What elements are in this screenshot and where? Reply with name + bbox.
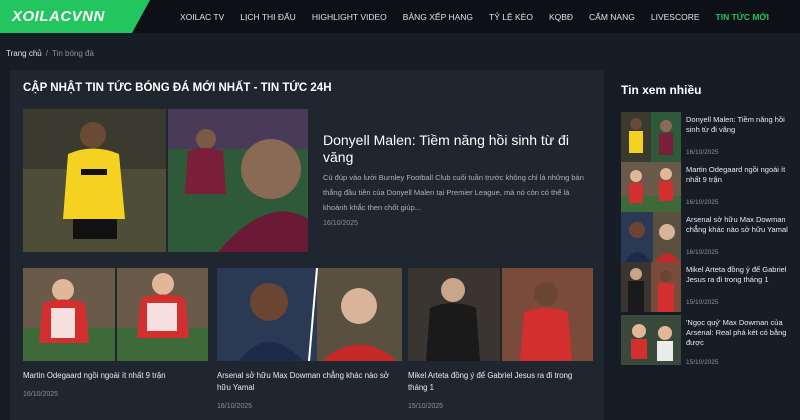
nav-item-tin-tuc-moi[interactable]: TIN TỨC MỚI [716,12,770,22]
nav-item-bang-xep-hang[interactable]: BẢNG XẾP HẠNG [403,12,473,22]
sidebar-article-title[interactable]: 'Ngọc quý' Max Dowman của Arsenal: Real … [686,318,798,348]
nav-item-livescore[interactable]: LIVESCORE [651,12,700,22]
article-date: 15/10/2025 [408,403,444,410]
sidebar-article-title[interactable]: Mikel Arteta đồng ý để Gabriel Jesus ra … [686,265,798,285]
nav-item-ty-le-keo[interactable]: TỶ LỆ KÈO [489,12,533,22]
nav-item-kqbd[interactable]: KQBĐ [549,12,573,22]
article-date: 16/10/2025 [217,403,253,410]
news-panel: CẬP NHẬT TIN TỨC BÓNG ĐÁ MỚI NHẤT - TIN … [10,70,604,420]
sidebar-article[interactable]: Martin Odegaard ngồi ngoài ít nhất 9 trậ… [621,162,796,212]
breadcrumb: Trang chủ / Tin bóng đá [6,49,94,58]
top-navbar: XOILACVNN XOILAC TV LỊCH THI ĐẤU HIGHLIG… [0,0,800,33]
breadcrumb-home-link[interactable]: Trang chủ [6,49,42,58]
featured-article-image[interactable] [23,109,308,252]
sidebar-article-image[interactable] [621,315,681,365]
sidebar-article-image[interactable] [621,112,681,162]
sidebar-article-image[interactable] [621,162,681,212]
section-title: CẬP NHẬT TIN TỨC BÓNG ĐÁ MỚI NHẤT - TIN … [23,82,332,94]
sidebar-article-date: 16/10/2025 [686,249,719,256]
featured-article-date: 16/10/2025 [323,220,359,227]
sidebar-article-title[interactable]: Martin Odegaard ngồi ngoài ít nhất 9 trậ… [686,165,798,185]
article-date: 16/10/2025 [23,391,59,398]
sidebar-article-title[interactable]: Arsenal sở hữu Max Dowman chẳng khác nào… [686,215,798,235]
nav-item-xoilac-tv[interactable]: XOILAC TV [180,12,224,22]
sidebar-article-date: 16/10/2025 [686,149,719,156]
main-nav: XOILAC TV LỊCH THI ĐẤU HIGHLIGHT VIDEO B… [180,0,785,33]
article-card[interactable]: Martin Odegaard ngồi ngoài ít nhất 9 trậ… [23,268,208,398]
featured-article-description: Cú đúp vào lưới Burnley Football Club cu… [323,173,584,212]
article-title[interactable]: Arsenal sở hữu Max Dowman chẳng khác nào… [217,370,402,394]
article-title[interactable]: Martin Odegaard ngồi ngoài ít nhất 9 trậ… [23,370,208,382]
sidebar-article-image[interactable] [621,212,681,262]
site-logo[interactable]: XOILACVNN [0,0,150,33]
sidebar-article-image[interactable] [621,262,681,312]
sidebar-article[interactable]: Mikel Arteta đồng ý để Gabriel Jesus ra … [621,262,796,312]
sidebar-article-title[interactable]: Donyell Malen: Tiềm năng hồi sinh từ đi … [686,115,798,135]
sidebar-title: Tin xem nhiều [621,83,702,97]
nav-item-lich-thi-dau[interactable]: LỊCH THI ĐẤU [240,12,296,22]
nav-item-highlight-video[interactable]: HIGHLIGHT VIDEO [312,12,387,22]
breadcrumb-current: Tin bóng đá [51,49,94,58]
article-image[interactable] [23,268,208,361]
article-image[interactable] [408,268,593,361]
nav-item-cam-nang[interactable]: CẨM NANG [589,12,635,22]
sidebar-article[interactable]: Arsenal sở hữu Max Dowman chẳng khác nào… [621,212,796,262]
article-card[interactable]: Arsenal sở hữu Max Dowman chẳng khác nào… [217,268,402,410]
sidebar-article[interactable]: 'Ngọc quý' Max Dowman của Arsenal: Real … [621,315,798,366]
sidebar-article[interactable]: Donyell Malen: Tiềm năng hồi sinh từ đi … [621,112,796,162]
logo-text: XOILACVNN [12,8,105,25]
article-title[interactable]: Mikel Arteta đồng ý để Gabriel Jesus ra … [408,370,593,394]
featured-article-title[interactable]: Donyell Malen: Tiềm năng hồi sinh từ đi … [323,132,598,166]
article-image[interactable] [217,268,402,361]
sidebar-article-date: 15/10/2025 [686,359,719,366]
sidebar-article-date: 15/10/2025 [686,299,719,306]
sidebar-article-date: 16/10/2025 [686,199,719,206]
article-card[interactable]: Mikel Arteta đồng ý để Gabriel Jesus ra … [408,268,593,410]
breadcrumb-separator: / [45,49,48,58]
